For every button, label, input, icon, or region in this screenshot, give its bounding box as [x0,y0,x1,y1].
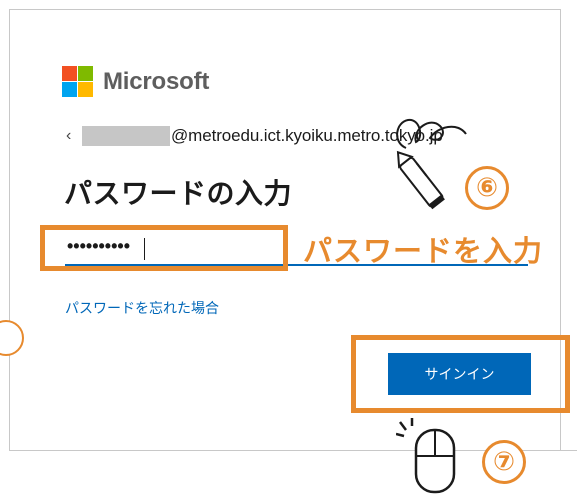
back-arrow-icon[interactable]: ‹ [66,127,80,145]
microsoft-logo: Microsoft [62,66,209,97]
step-7-marker: ⑦ [482,440,526,484]
brand-name: Microsoft [103,67,210,95]
redacted-username [82,126,170,146]
page-title: パスワードの入力 [64,177,293,210]
signin-highlight-box [351,335,570,413]
partial-step-circle [0,320,24,356]
password-hint-annotation: パスワードを入力 [303,234,544,268]
pen-icon [396,118,467,210]
microsoft-logo-icon [62,66,93,97]
mouse-icon [396,418,456,494]
password-highlight-box [40,225,288,271]
forgot-password-link[interactable]: パスワードを忘れた場合 [65,298,219,318]
card-border-extension [548,450,577,451]
